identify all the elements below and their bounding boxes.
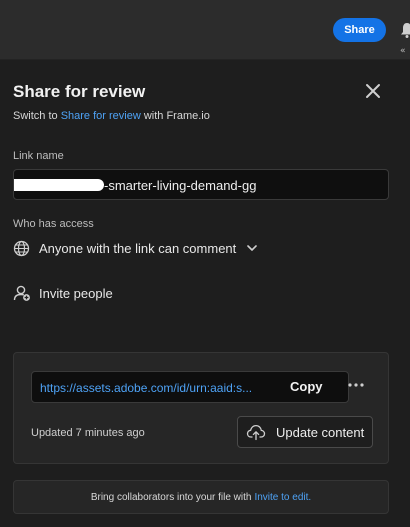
share-dialog: Share for review Switch to Share for rev… <box>0 61 410 527</box>
more-options-icon[interactable] <box>347 377 365 393</box>
chevron-down-icon <box>247 245 258 251</box>
cloud-upload-icon <box>246 424 266 441</box>
share-url-field[interactable]: https://assets.adobe.com/id/urn:aaid:s..… <box>31 371 349 403</box>
access-dropdown[interactable]: Anyone with the link can comment <box>13 238 258 258</box>
invite-people-button[interactable]: Invite people <box>13 283 113 303</box>
redaction-mark <box>14 179 104 191</box>
switch-suffix: with Frame.io <box>140 110 210 122</box>
collapse-chevrons-icon[interactable]: « <box>400 46 406 56</box>
share-url[interactable]: https://assets.adobe.com/id/urn:aaid:s..… <box>40 381 252 395</box>
who-has-access-label: Who has access <box>13 218 94 230</box>
invite-people-label: Invite people <box>39 285 113 301</box>
dialog-title: Share for review <box>13 82 146 101</box>
footer-prefix: Bring collaborators into your file with <box>90 491 252 503</box>
update-content-label: Update content <box>276 424 365 440</box>
switch-line: Switch to Share for review with Frame.io <box>13 110 210 122</box>
link-name-label: Link name <box>13 150 64 162</box>
close-icon[interactable] <box>363 81 383 101</box>
updated-timestamp: Updated 7 minutes ago <box>31 427 145 439</box>
share-link-card: https://assets.adobe.com/id/urn:aaid:s..… <box>13 352 389 464</box>
copy-button[interactable]: Copy <box>290 379 323 394</box>
add-person-icon <box>13 285 30 301</box>
bell-icon[interactable] <box>400 22 410 38</box>
update-content-button[interactable]: Update content <box>237 416 373 448</box>
share-for-review-link[interactable]: Share for review <box>61 110 141 122</box>
invite-to-edit-link[interactable]: Invite to edit. <box>254 492 311 503</box>
share-button[interactable]: Share <box>333 18 386 42</box>
top-bar: Share « <box>0 0 410 60</box>
switch-prefix: Switch to <box>13 110 61 122</box>
link-name-field[interactable]: -smarter-living-demand-gg <box>13 169 389 200</box>
link-name-value: -smarter-living-demand-gg <box>104 178 257 193</box>
access-option-label: Anyone with the link can comment <box>39 240 237 256</box>
globe-icon <box>13 240 30 256</box>
invite-to-edit-banner: Bring collaborators into your file with … <box>13 480 389 514</box>
